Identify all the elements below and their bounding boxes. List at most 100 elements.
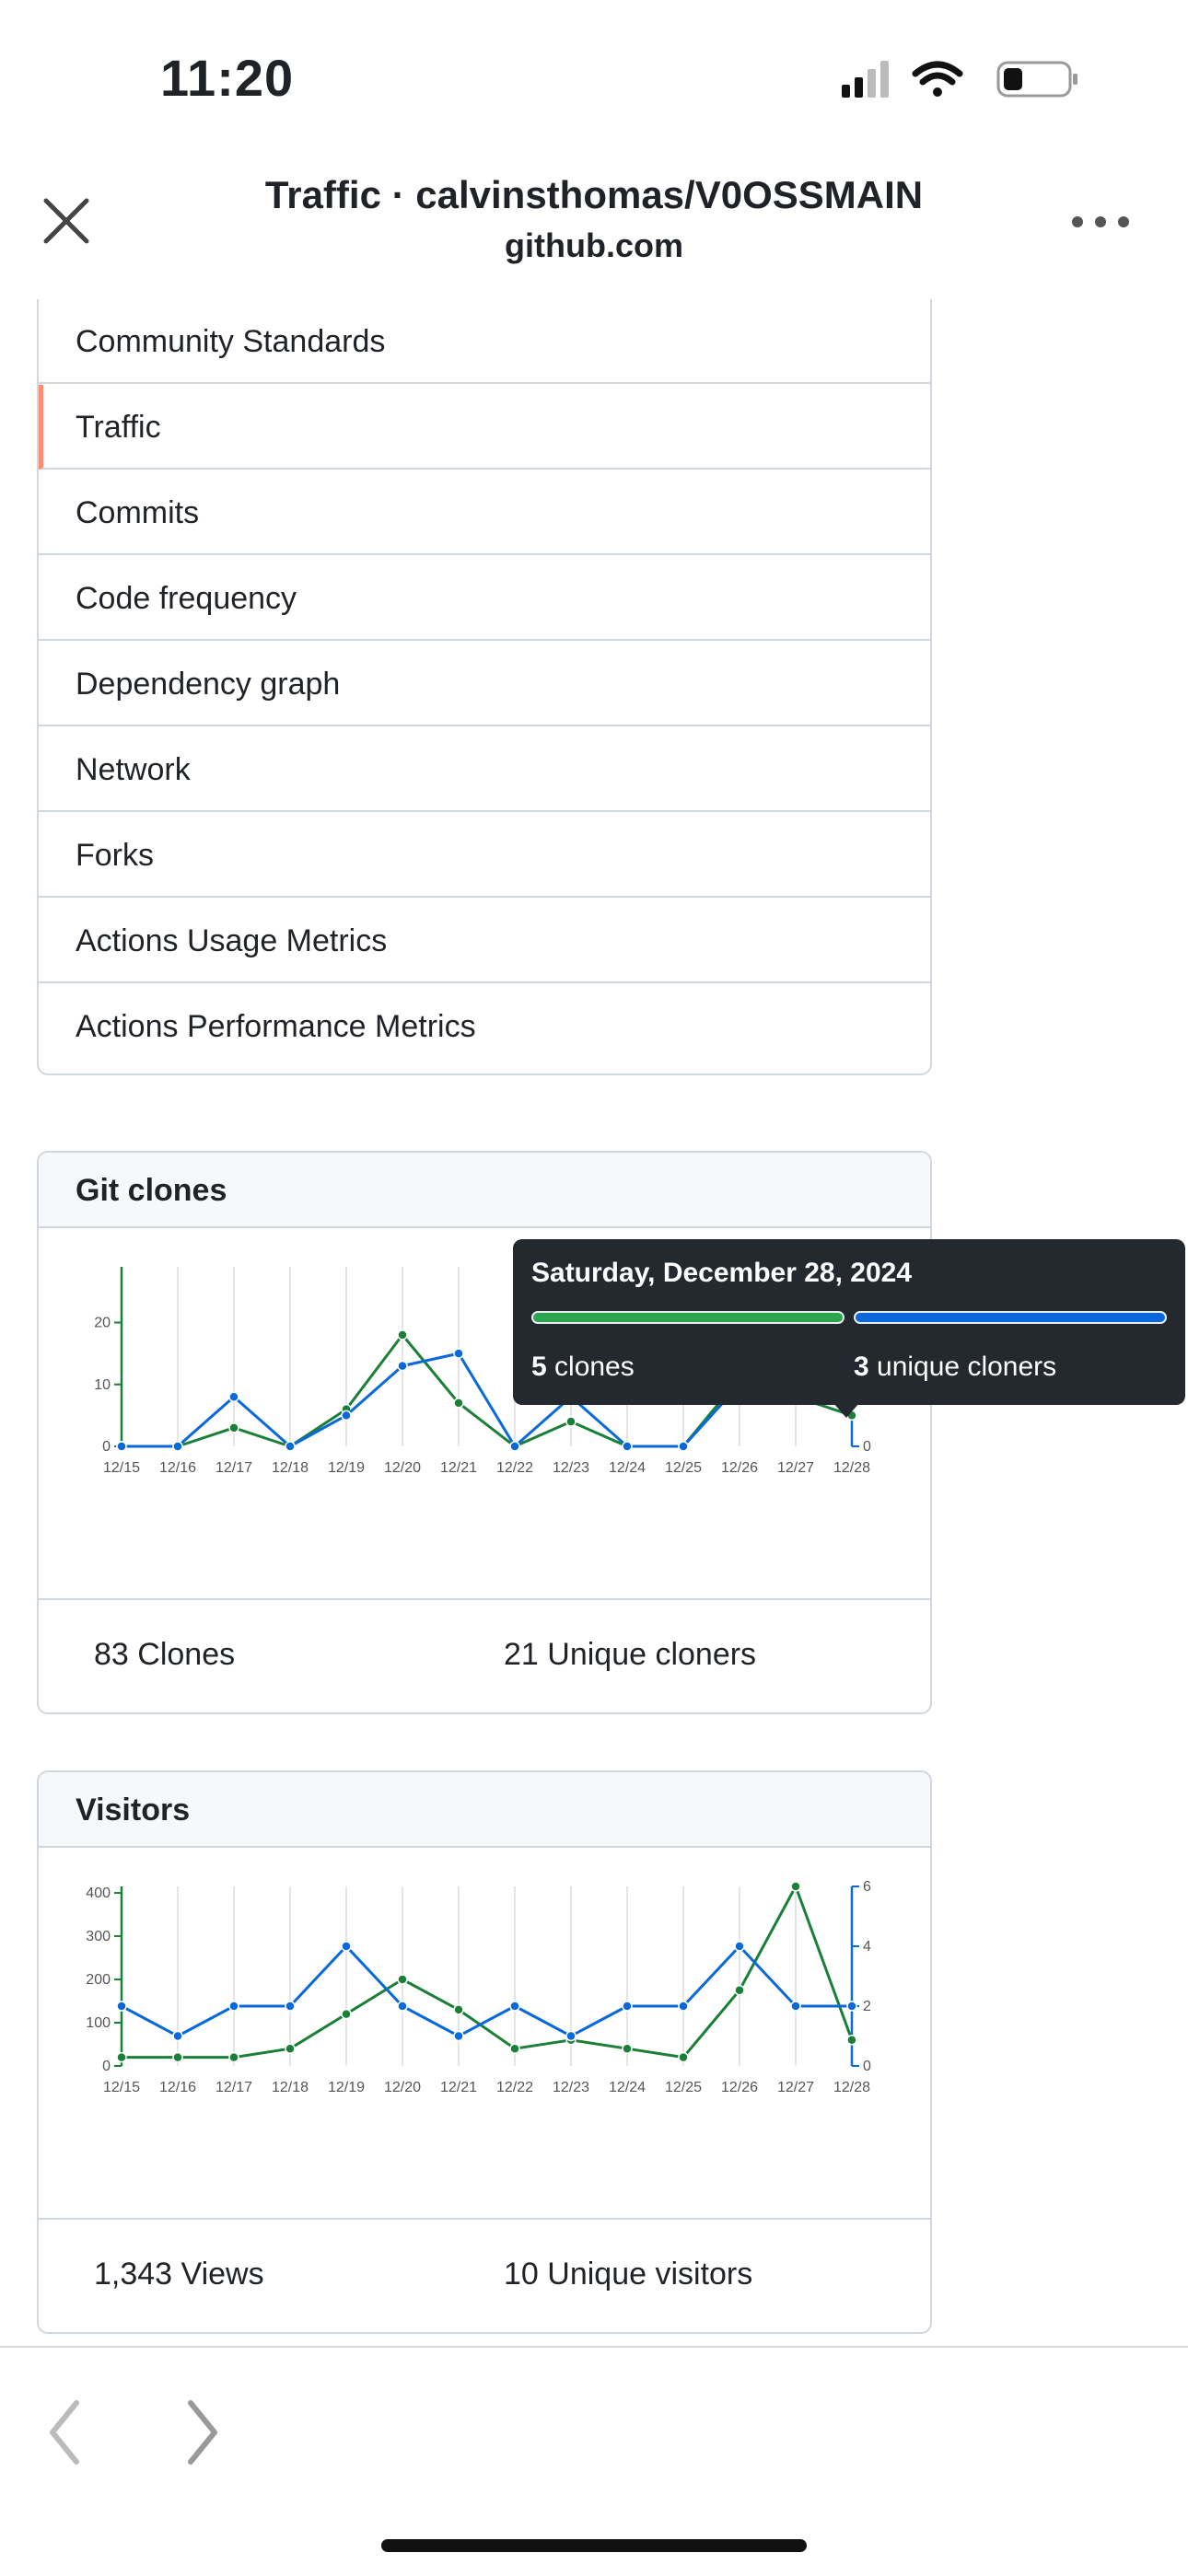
status-icons	[842, 61, 1077, 98]
y2-tick-label: 4	[863, 1939, 871, 1955]
data-point	[453, 2030, 464, 2042]
unique-cloners-total: 21 Unique cloners	[504, 1637, 757, 1672]
visitors-card: Visitors 12/15 12/16 12/17 12/18 12/19 12/20 1…	[37, 1770, 932, 2334]
y-tick-label: 300	[86, 1929, 111, 1944]
data-point	[397, 1329, 408, 1340]
chart-tooltip: Saturday, December 28, 2024 5 clones 3 u…	[513, 1239, 1185, 1405]
data-point	[397, 2001, 408, 2012]
menu-item-network[interactable]: Network	[39, 727, 930, 812]
data-point	[509, 1441, 520, 1452]
x-tick-label: 12/28	[833, 1460, 870, 1476]
x-tick-label: 12/15	[103, 1460, 140, 1476]
x-tick-label: 12/25	[665, 2080, 702, 2095]
git-clones-card: Git clones 12/15 12/16 12/17 12/18 12/19 12/2…	[37, 1151, 932, 1714]
data-point	[172, 2030, 183, 2042]
x-tick-label: 12/17	[215, 1460, 252, 1476]
page-title: Traffic · calvinsthomas/V0OSSMAIN	[264, 173, 924, 216]
data-point	[790, 1881, 801, 1892]
data-point	[622, 2043, 633, 2054]
tooltip-cloners-text: unique cloners	[868, 1352, 1057, 1382]
data-point	[397, 1360, 408, 1372]
y-tick-label: 10	[94, 1377, 111, 1393]
data-point	[285, 1441, 296, 1452]
tooltip-clones-value: 5	[531, 1352, 547, 1382]
data-point	[341, 1941, 352, 1952]
status-time: 11:20	[160, 49, 295, 107]
y2-tick-label: 0	[863, 2059, 871, 2074]
menu-item-actions-performance-metrics[interactable]: Actions Performance Metrics	[39, 984, 930, 1069]
menu-item-community-standards[interactable]: Community Standards	[39, 299, 930, 384]
y-tick-label: 20	[94, 1316, 111, 1331]
x-tick-label: 12/20	[384, 1460, 421, 1476]
series-line-0	[122, 1885, 854, 2060]
y2-tick-label: 6	[863, 1879, 871, 1895]
clones-total: 83 Clones	[94, 1637, 236, 1672]
tooltip-clones-bar	[531, 1311, 844, 1324]
data-point	[453, 1348, 464, 1359]
x-tick-label: 12/24	[609, 1460, 646, 1476]
data-point	[846, 2035, 857, 2046]
menu-item-forks[interactable]: Forks	[39, 813, 930, 898]
data-point	[678, 1441, 689, 1452]
x-tick-label: 12/15	[103, 2080, 140, 2095]
x-tick-label: 12/28	[833, 2080, 870, 2095]
menu-item-dependency-graph[interactable]: Dependency graph	[39, 642, 930, 726]
x-tick-label: 12/19	[328, 2080, 365, 2095]
data-point	[734, 1985, 745, 1996]
x-tick-label: 12/21	[440, 1460, 477, 1476]
data-point	[509, 2001, 520, 2012]
data-point	[622, 2001, 633, 2012]
data-point	[172, 1441, 183, 1452]
data-point	[734, 1941, 745, 1952]
x-tick-label: 12/16	[159, 1460, 196, 1476]
x-tick-label: 12/20	[384, 2080, 421, 2095]
menu-item-code-frequency[interactable]: Code frequency	[39, 556, 930, 641]
tooltip-cloners-value: 3	[854, 1352, 869, 1382]
data-point	[565, 1416, 577, 1427]
data-point	[678, 2001, 689, 2012]
x-tick-label: 12/22	[496, 1460, 533, 1476]
git-clones-summary: 83 Clones 21 Unique cloners	[39, 1598, 930, 1712]
menu-item-actions-usage-metrics[interactable]: Actions Usage Metrics	[39, 899, 930, 983]
page-domain: github.com	[505, 226, 683, 264]
x-tick-label: 12/26	[721, 1460, 758, 1476]
x-tick-label: 12/23	[553, 2080, 589, 2095]
forward-chevron-icon[interactable]	[180, 2396, 226, 2469]
home-indicator	[381, 2539, 807, 2552]
y2-tick-label: 0	[863, 1439, 871, 1455]
data-point	[453, 2004, 464, 2015]
y2-tick-label: 2	[863, 1999, 871, 2014]
data-point	[565, 2030, 577, 2042]
y-tick-label: 0	[102, 2059, 111, 2074]
x-tick-label: 12/26	[721, 2080, 758, 2095]
x-tick-label: 12/22	[496, 2080, 533, 2095]
visitors-chart[interactable]: 12/15 12/16 12/17 12/18 12/19 12/20 12/21 12/22…	[39, 1850, 930, 2126]
menu-item-traffic[interactable]: Traffic	[39, 385, 930, 470]
more-options-icon[interactable]	[1068, 206, 1133, 238]
insights-menu: Community Standards Traffic Commits Code…	[37, 299, 932, 1075]
tooltip-cloners-bar	[854, 1311, 1167, 1324]
y-tick-label: 400	[86, 1886, 111, 1901]
menu-item-commits[interactable]: Commits	[39, 470, 930, 555]
x-tick-label: 12/19	[328, 1460, 365, 1476]
x-tick-label: 12/18	[272, 1460, 309, 1476]
tooltip-date: Saturday, December 28, 2024	[531, 1258, 913, 1288]
x-tick-label: 12/16	[159, 2080, 196, 2095]
y-tick-label: 100	[86, 2015, 111, 2031]
data-point	[622, 1441, 633, 1452]
data-point	[790, 2001, 801, 2012]
y-tick-label: 0	[102, 1439, 111, 1455]
data-point	[228, 1422, 239, 1433]
visitors-summary: 1,343 Views 10 Unique visitors	[39, 2218, 930, 2332]
data-point	[285, 2043, 296, 2054]
x-tick-label: 12/17	[215, 2080, 252, 2095]
wifi-icon	[912, 61, 963, 97]
data-point	[228, 2001, 239, 2012]
x-tick-label: 12/25	[665, 1460, 702, 1476]
data-point	[116, 2051, 127, 2063]
data-point	[678, 2051, 689, 2063]
views-total: 1,343 Views	[94, 2257, 264, 2292]
tooltip-arrow	[833, 1403, 859, 1418]
data-point	[228, 2051, 239, 2063]
back-chevron-icon[interactable]	[41, 2396, 87, 2469]
